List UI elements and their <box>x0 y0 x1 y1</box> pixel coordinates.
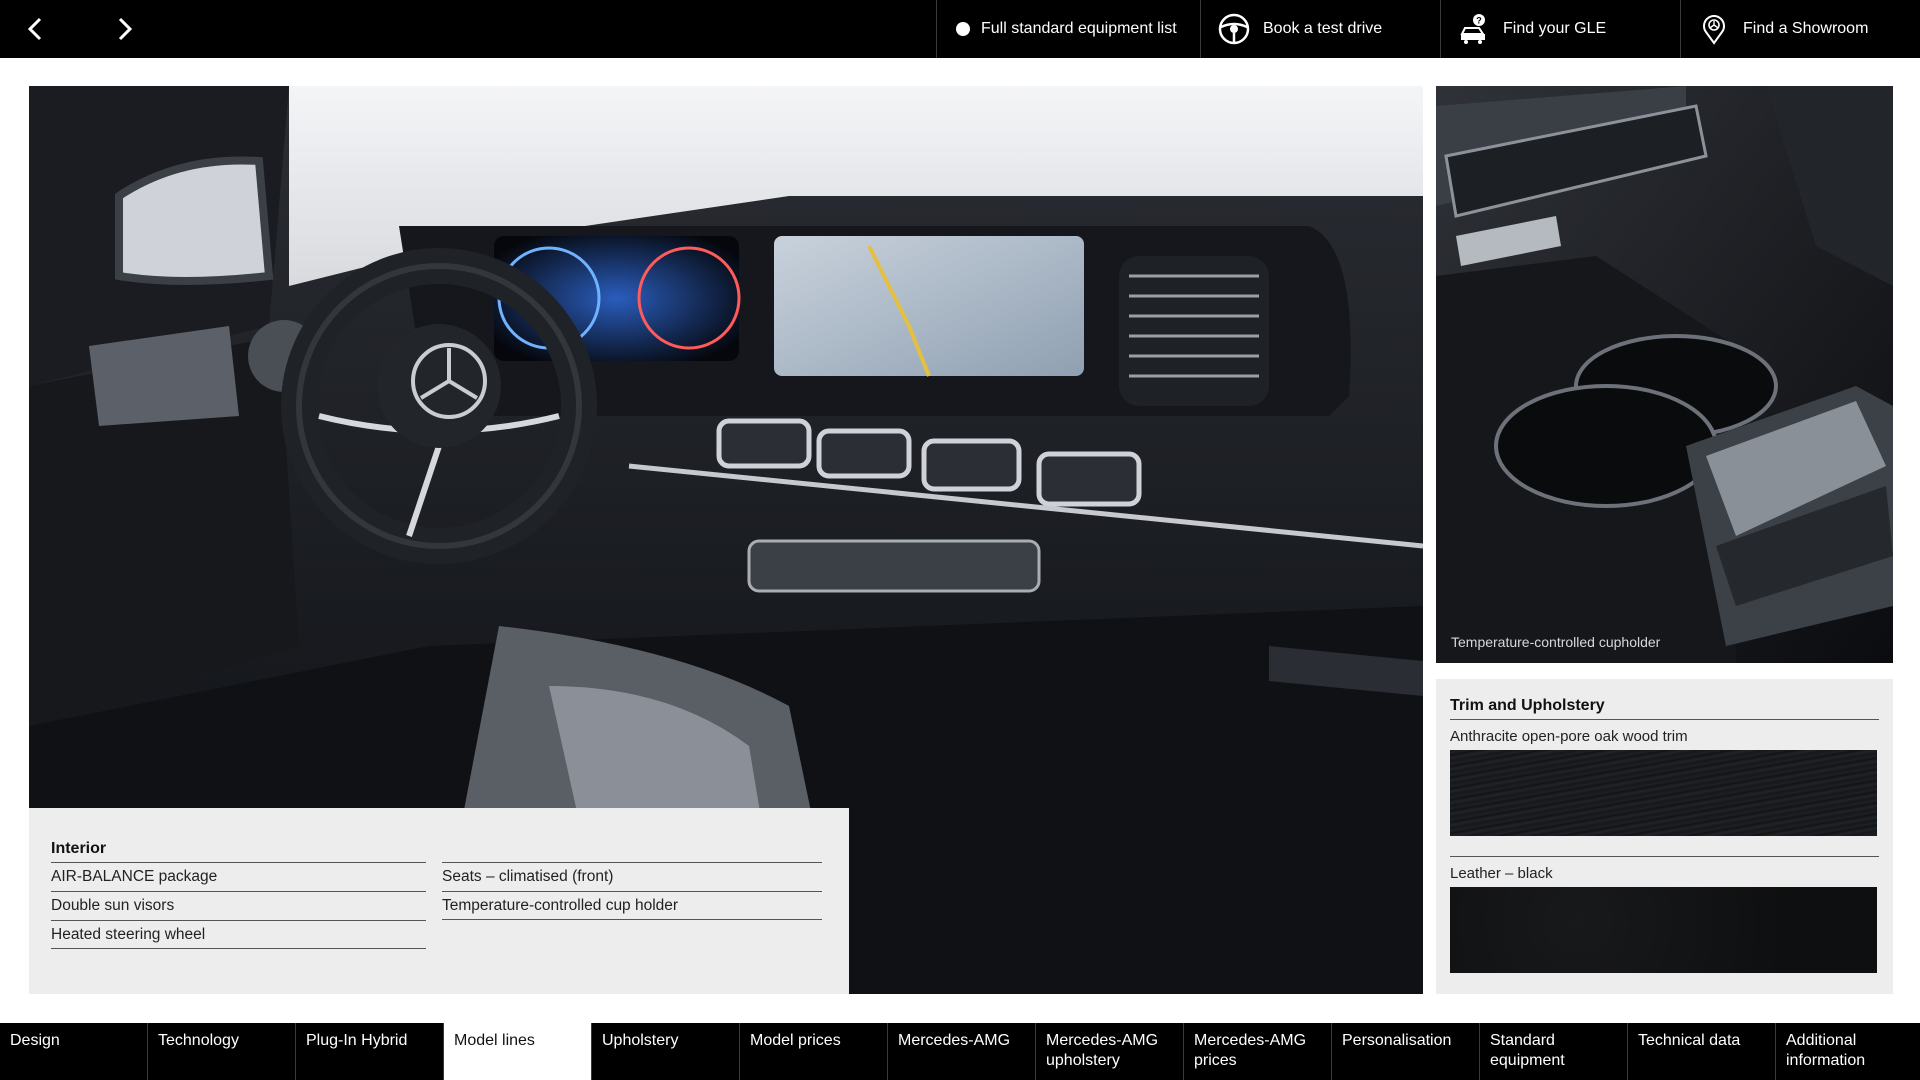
interior-col-left: AIR-BALANCE package Double sun visors He… <box>51 862 426 949</box>
tab-upholstery[interactable]: Upholstery <box>592 1023 740 1080</box>
trim-title: Trim and Upholstery <box>1450 697 1879 720</box>
cupholder-caption: Temperature-controlled cupholder <box>1451 634 1661 650</box>
tab-plug-in-hybrid[interactable]: Plug-In Hybrid <box>296 1023 444 1080</box>
svg-text:?: ? <box>1476 16 1482 26</box>
chevron-left-icon[interactable] <box>16 10 56 48</box>
tab-model-prices[interactable]: Model prices <box>740 1023 888 1080</box>
location-pin-icon <box>1697 12 1731 46</box>
trim-leather-label: Leather – black <box>1450 865 1553 882</box>
tab-technical-data[interactable]: Technical data <box>1628 1023 1776 1080</box>
feature-item: Seats – climatised (front) <box>442 862 822 891</box>
chevron-right-icon[interactable] <box>104 10 144 48</box>
full-equipment-list-label: Full standard equipment list <box>981 20 1177 37</box>
tab-standard-equipment[interactable]: Standard equipment <box>1480 1023 1628 1080</box>
wood-trim-swatch <box>1450 750 1877 836</box>
find-your-gle-label: Find your GLE <box>1503 20 1607 37</box>
tab-model-lines[interactable]: Model lines <box>444 1023 592 1080</box>
steering-wheel-icon <box>1217 12 1251 46</box>
cupholder-photo <box>1436 86 1893 663</box>
trim-panel: Trim and Upholstery Anthracite open-pore… <box>1436 679 1893 994</box>
top-bar: Full standard equipment list Book a test… <box>0 0 1920 58</box>
find-showroom-label: Find a Showroom <box>1743 20 1869 37</box>
interior-col-right: Seats – climatised (front) Temperature-c… <box>442 862 822 949</box>
tab-mercedes-amg[interactable]: Mercedes-AMG <box>888 1023 1036 1080</box>
tab-amg-upholstery[interactable]: Mercedes-AMG upholstery <box>1036 1023 1184 1080</box>
interior-title: Interior <box>51 840 107 857</box>
full-equipment-list-button[interactable]: Full standard equipment list <box>936 0 1200 58</box>
book-test-drive-button[interactable]: Book a test drive <box>1200 0 1440 58</box>
top-actions: Full standard equipment list Book a test… <box>936 0 1920 58</box>
tab-amg-prices[interactable]: Mercedes-AMG prices <box>1184 1023 1332 1080</box>
find-your-gle-button[interactable]: ? Find your GLE <box>1440 0 1680 58</box>
trim-wood-label: Anthracite open-pore oak wood trim <box>1450 728 1688 745</box>
tab-design[interactable]: Design <box>0 1023 148 1080</box>
feature-item: AIR-BALANCE package <box>51 862 426 891</box>
leather-swatch <box>1450 887 1877 973</box>
tab-personalisation[interactable]: Personalisation <box>1332 1023 1480 1080</box>
car-search-icon: ? <box>1457 12 1491 46</box>
feature-item: Heated steering wheel <box>51 920 426 949</box>
tab-additional-information[interactable]: Additional information <box>1776 1023 1920 1080</box>
tab-technology[interactable]: Technology <box>148 1023 296 1080</box>
feature-item: Double sun visors <box>51 891 426 920</box>
dot-icon <box>955 12 971 46</box>
feature-item: Temperature-controlled cup holder <box>442 891 822 920</box>
interior-panel: Interior AIR-BALANCE package Double sun … <box>29 808 849 994</box>
book-test-drive-label: Book a test drive <box>1263 20 1383 37</box>
find-showroom-button[interactable]: Find a Showroom <box>1680 0 1920 58</box>
bottom-tab-bar: Design Technology Plug-In Hybrid Model l… <box>0 1023 1920 1080</box>
